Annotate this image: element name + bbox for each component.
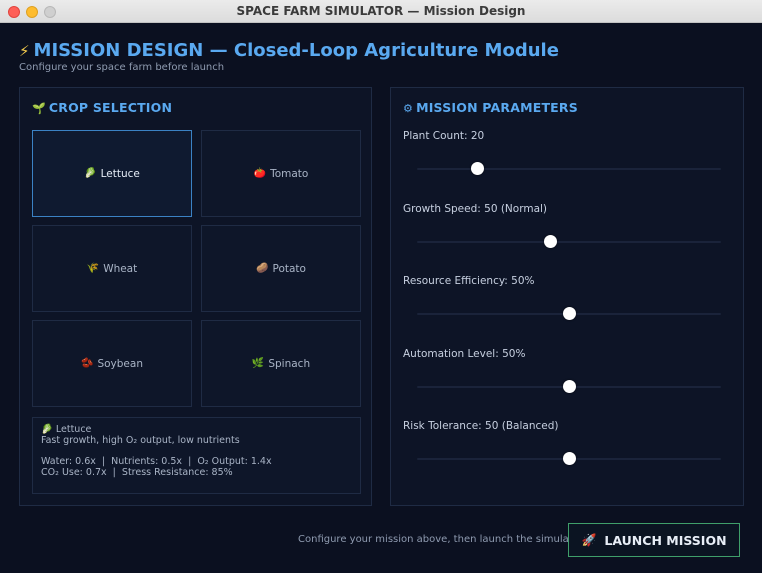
leaf-icon: 🥬	[41, 424, 53, 435]
window-title: SPACE FARM SIMULATOR — Mission Design	[236, 4, 526, 18]
bean-icon: 🫘	[81, 358, 94, 369]
mission-parameters-heading-text: MISSION PARAMETERS	[416, 100, 578, 115]
slider-label: Resource Efficiency: 50%	[403, 275, 535, 287]
crop-selection-heading-text: CROP SELECTION	[48, 100, 173, 115]
crop-info-stats-line2: CO₂ Use: 0.7x | Stress Resistance: 85%	[41, 467, 233, 478]
app-content: ⚡ MISSION DESIGN — Closed-Loop Agricultur…	[0, 23, 762, 573]
launch-mission-button[interactable]: 🚀 LAUNCH MISSION	[568, 523, 740, 557]
crop-card-soybean[interactable]: 🫘 Soybean	[32, 320, 192, 407]
crop-card-potato[interactable]: 🥔 Potato	[201, 225, 361, 312]
leaf-icon: 🥬	[84, 168, 97, 179]
crop-card-label: Soybean	[97, 357, 143, 370]
page-title: ⚡ MISSION DESIGN — Closed-Loop Agricultur…	[19, 40, 559, 61]
slider-thumb[interactable]	[562, 452, 576, 465]
sprout-icon: 🌱	[32, 102, 46, 115]
rocket-icon: 🚀	[581, 533, 597, 547]
window-titlebar: SPACE FARM SIMULATOR — Mission Design	[0, 0, 762, 23]
launch-mission-label: LAUNCH MISSION	[604, 532, 727, 548]
slider-thumb[interactable]	[471, 162, 485, 175]
potato-icon: 🥔	[256, 263, 269, 274]
crop-card-lettuce[interactable]: 🥬 Lettuce	[32, 130, 192, 217]
slider-label: Automation Level: 50%	[403, 347, 526, 360]
slider-label: Risk Tolerance: 50 (Balanced)	[403, 420, 559, 432]
crop-info-name: Lettuce	[55, 424, 92, 435]
gear-icon: ⚙	[403, 102, 414, 115]
spinach-icon: 🌿	[251, 358, 265, 369]
slider-track[interactable]	[417, 168, 721, 170]
crop-card-wheat[interactable]: 🌾 Wheat	[32, 225, 192, 312]
slider-thumb[interactable]	[562, 379, 576, 393]
crop-card-label: Spinach	[268, 357, 311, 370]
wheat-icon: 🌾	[86, 263, 100, 274]
crop-info-box: 🥬 Lettuce Fast growth, high O₂ output, l…	[32, 417, 361, 494]
mission-parameters-panel: ⚙ MISSION PARAMETERS Plant Count: 20 Growt…	[390, 87, 744, 506]
crop-card-label: Potato	[272, 262, 306, 275]
crop-card-tomato[interactable]: 🍅 Tomato	[201, 130, 361, 217]
footer-hint: Configure your mission above, then launc…	[298, 534, 592, 545]
crop-card-spinach[interactable]: 🌿 Spinach	[201, 320, 361, 407]
slider-thumb[interactable]	[562, 307, 576, 320]
crop-selection-panel: 🌱 CROP SELECTION 🥬 Lettuce 🍅 Tomato 🌾 Wheat 🥔 Po…	[19, 87, 372, 506]
crop-card-label: Wheat	[103, 262, 138, 275]
page-title-text: MISSION DESIGN — Closed-Loop Agriculture…	[33, 40, 559, 61]
crop-card-label: Lettuce	[100, 167, 140, 180]
slider-track[interactable]	[417, 240, 721, 243]
slider-thumb[interactable]	[544, 234, 558, 248]
mission-parameters-heading: ⚙ MISSION PARAMETERS	[403, 100, 578, 115]
crop-card-label: Tomato	[270, 167, 309, 180]
crop-info-stats-line1: Water: 0.6x | Nutrients: 0.5x | O₂ Outpu…	[41, 456, 272, 467]
tomato-icon: 🍅	[253, 168, 267, 179]
crop-selection-heading: 🌱 CROP SELECTION	[32, 100, 172, 115]
crop-info-title: 🥬 Lettuce	[41, 424, 352, 435]
slider-label: Growth Speed: 50 (Normal)	[403, 202, 548, 215]
slider-label: Plant Count: 20	[403, 130, 485, 142]
crop-info-description: Fast growth, high O₂ output, low nutrien…	[41, 435, 240, 446]
lightning-icon: ⚡	[19, 42, 30, 60]
page-subtitle: Configure your space farm before launch	[19, 62, 225, 73]
